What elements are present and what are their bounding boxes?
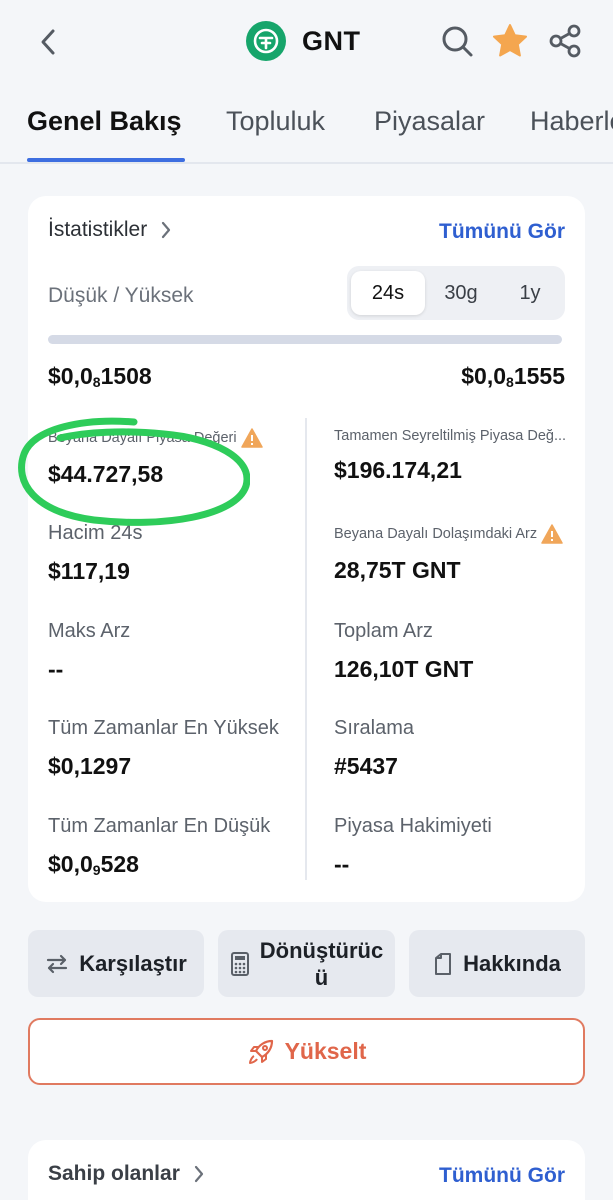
high-price-digits: 1555 bbox=[513, 363, 565, 389]
compare-label: Karşılaştır bbox=[79, 950, 187, 976]
stat-value: $0,09528 bbox=[48, 851, 288, 878]
stat-value: $0,1297 bbox=[48, 753, 132, 779]
atl-zeros: 9 bbox=[92, 862, 101, 878]
stat-label: Tamamen Seyreltilmiş Piyasa Değ... bbox=[334, 428, 566, 444]
period-1y[interactable]: 1y bbox=[493, 271, 567, 315]
low-price-digits: 1508 bbox=[100, 363, 152, 389]
stat-label: Beyana Dayalı Dolaşımdaki Arz bbox=[334, 524, 566, 544]
column-divider bbox=[305, 418, 307, 880]
calculator-icon bbox=[230, 951, 249, 976]
holders-card: Sahip olanlar Tümünü Gör bbox=[28, 1140, 585, 1200]
rocket-icon bbox=[248, 1039, 273, 1064]
holders-see-all-link[interactable]: Tümünü Gör bbox=[439, 1164, 565, 1188]
converter-label-line2: ü bbox=[314, 964, 329, 990]
warning-icon[interactable] bbox=[240, 428, 263, 448]
stat-label-text: Beyana Dayalı Dolaşımdaki Arz bbox=[334, 526, 538, 542]
active-tab-indicator bbox=[27, 158, 185, 162]
share-icon bbox=[549, 24, 581, 58]
app-header: GNT bbox=[0, 0, 613, 90]
coin-title-group: GNT bbox=[246, 21, 361, 61]
atl-prefix: $0,0 bbox=[48, 851, 93, 877]
low-price-prefix: $0,0 bbox=[48, 363, 93, 389]
stat-market-dominance: Piyasa Hakimiyeti -- bbox=[334, 815, 566, 878]
high-price-prefix: $0,0 bbox=[461, 363, 507, 389]
chevron-right-icon bbox=[162, 221, 171, 239]
stat-label: Maks Arz bbox=[48, 620, 131, 642]
stat-label: Tüm Zamanlar En Düşük bbox=[48, 815, 271, 837]
converter-button[interactable]: Dönüştürüc ü bbox=[218, 930, 395, 997]
coin-symbol: GNT bbox=[302, 25, 361, 56]
statistics-see-all-link[interactable]: Tümünü Gör bbox=[439, 220, 565, 244]
period-30d[interactable]: 30g bbox=[424, 271, 498, 315]
about-label: Hakkında bbox=[463, 950, 561, 976]
upgrade-label: Yükselt bbox=[284, 1038, 367, 1064]
star-icon bbox=[493, 24, 527, 57]
search-icon bbox=[442, 26, 473, 57]
stat-label: Beyana Dayalı Piyasa Değeri bbox=[48, 428, 288, 448]
stat-label: Hacim 24s bbox=[48, 522, 143, 544]
stat-value: -- bbox=[334, 851, 350, 877]
stat-label: Tüm Zamanlar En Yüksek bbox=[48, 717, 279, 739]
gnt-logo-icon bbox=[246, 21, 286, 61]
statistics-card: İstatistikler Tümünü Gör Düşük / Yüksek … bbox=[28, 196, 585, 902]
tab-markets[interactable]: Piyasalar bbox=[374, 106, 485, 137]
price-range-bar bbox=[48, 335, 562, 344]
high-price-zeros: 8 bbox=[506, 374, 514, 390]
stat-market-cap: Beyana Dayalı Piyasa Değeri $44.727,58 bbox=[48, 428, 288, 488]
holders-title: Sahip olanlar bbox=[48, 1162, 180, 1185]
low-high-label: Düşük / Yüksek bbox=[48, 284, 194, 307]
stat-all-time-high: Tüm Zamanlar En Yüksek $0,1297 bbox=[48, 717, 288, 780]
compare-button[interactable]: Karşılaştır bbox=[28, 930, 204, 997]
stat-label: Piyasa Hakimiyeti bbox=[334, 815, 492, 837]
stat-max-supply: Maks Arz -- bbox=[48, 620, 288, 683]
stat-label: Sıralama bbox=[334, 717, 415, 739]
tab-community[interactable]: Topluluk bbox=[226, 106, 325, 137]
statistics-title: İstatistikler bbox=[48, 218, 148, 241]
period-selector: 24s 30g 1y bbox=[347, 266, 565, 320]
stat-value: -- bbox=[48, 656, 64, 682]
tab-bar: Genel Bakış Topluluk Piyasalar Haberler bbox=[0, 98, 613, 164]
stat-value: $44.727,58 bbox=[48, 461, 164, 487]
converter-label-line1: Dönüştürüc bbox=[259, 937, 384, 963]
period-24h[interactable]: 24s bbox=[351, 271, 425, 315]
upgrade-button[interactable]: Yükselt bbox=[28, 1018, 585, 1085]
stat-value: $196.174,21 bbox=[334, 457, 462, 483]
stat-label: Toplam Arz bbox=[334, 620, 433, 642]
back-button[interactable] bbox=[32, 26, 64, 58]
atl-digits: 528 bbox=[100, 851, 139, 877]
statistics-header-link[interactable]: İstatistikler bbox=[48, 218, 171, 242]
stat-fully-diluted-valuation: Tamamen Seyreltilmiş Piyasa Değ... $196.… bbox=[334, 428, 566, 484]
chevron-right-icon bbox=[194, 1165, 203, 1183]
holders-header-link[interactable]: Sahip olanlar bbox=[48, 1162, 204, 1186]
favorite-button[interactable] bbox=[491, 22, 529, 60]
stat-value: 126,10T GNT bbox=[334, 656, 474, 682]
tab-overview[interactable]: Genel Bakış bbox=[27, 106, 182, 137]
low-price-zeros: 8 bbox=[92, 374, 101, 390]
stat-all-time-low: Tüm Zamanlar En Düşük $0,09528 bbox=[48, 815, 288, 878]
stat-value: 28,75T GNT bbox=[334, 557, 461, 583]
stat-volume-24h: Hacim 24s $117,19 bbox=[48, 522, 288, 585]
back-icon bbox=[41, 29, 55, 55]
stat-circulating-supply: Beyana Dayalı Dolaşımdaki Arz 28,75T GNT bbox=[334, 524, 566, 584]
stat-total-supply: Toplam Arz 126,10T GNT bbox=[334, 620, 566, 683]
converter-label: Dönüştürüc ü bbox=[260, 937, 383, 991]
share-button[interactable] bbox=[546, 22, 584, 60]
stat-value: $117,19 bbox=[48, 558, 130, 584]
stat-value: #5437 bbox=[334, 753, 398, 779]
swap-arrows-icon bbox=[47, 954, 68, 973]
warning-icon[interactable] bbox=[541, 524, 563, 544]
low-price: $0,081508 bbox=[48, 363, 152, 390]
document-icon bbox=[435, 952, 452, 975]
tab-news[interactable]: Haberler bbox=[530, 106, 613, 137]
search-button[interactable] bbox=[438, 22, 476, 60]
stat-label-text: Beyana Dayalı Piyasa Değeri bbox=[48, 430, 237, 446]
about-button[interactable]: Hakkında bbox=[409, 930, 585, 997]
stat-rank: Sıralama #5437 bbox=[334, 717, 566, 780]
high-price: $0,081555 bbox=[461, 363, 565, 390]
